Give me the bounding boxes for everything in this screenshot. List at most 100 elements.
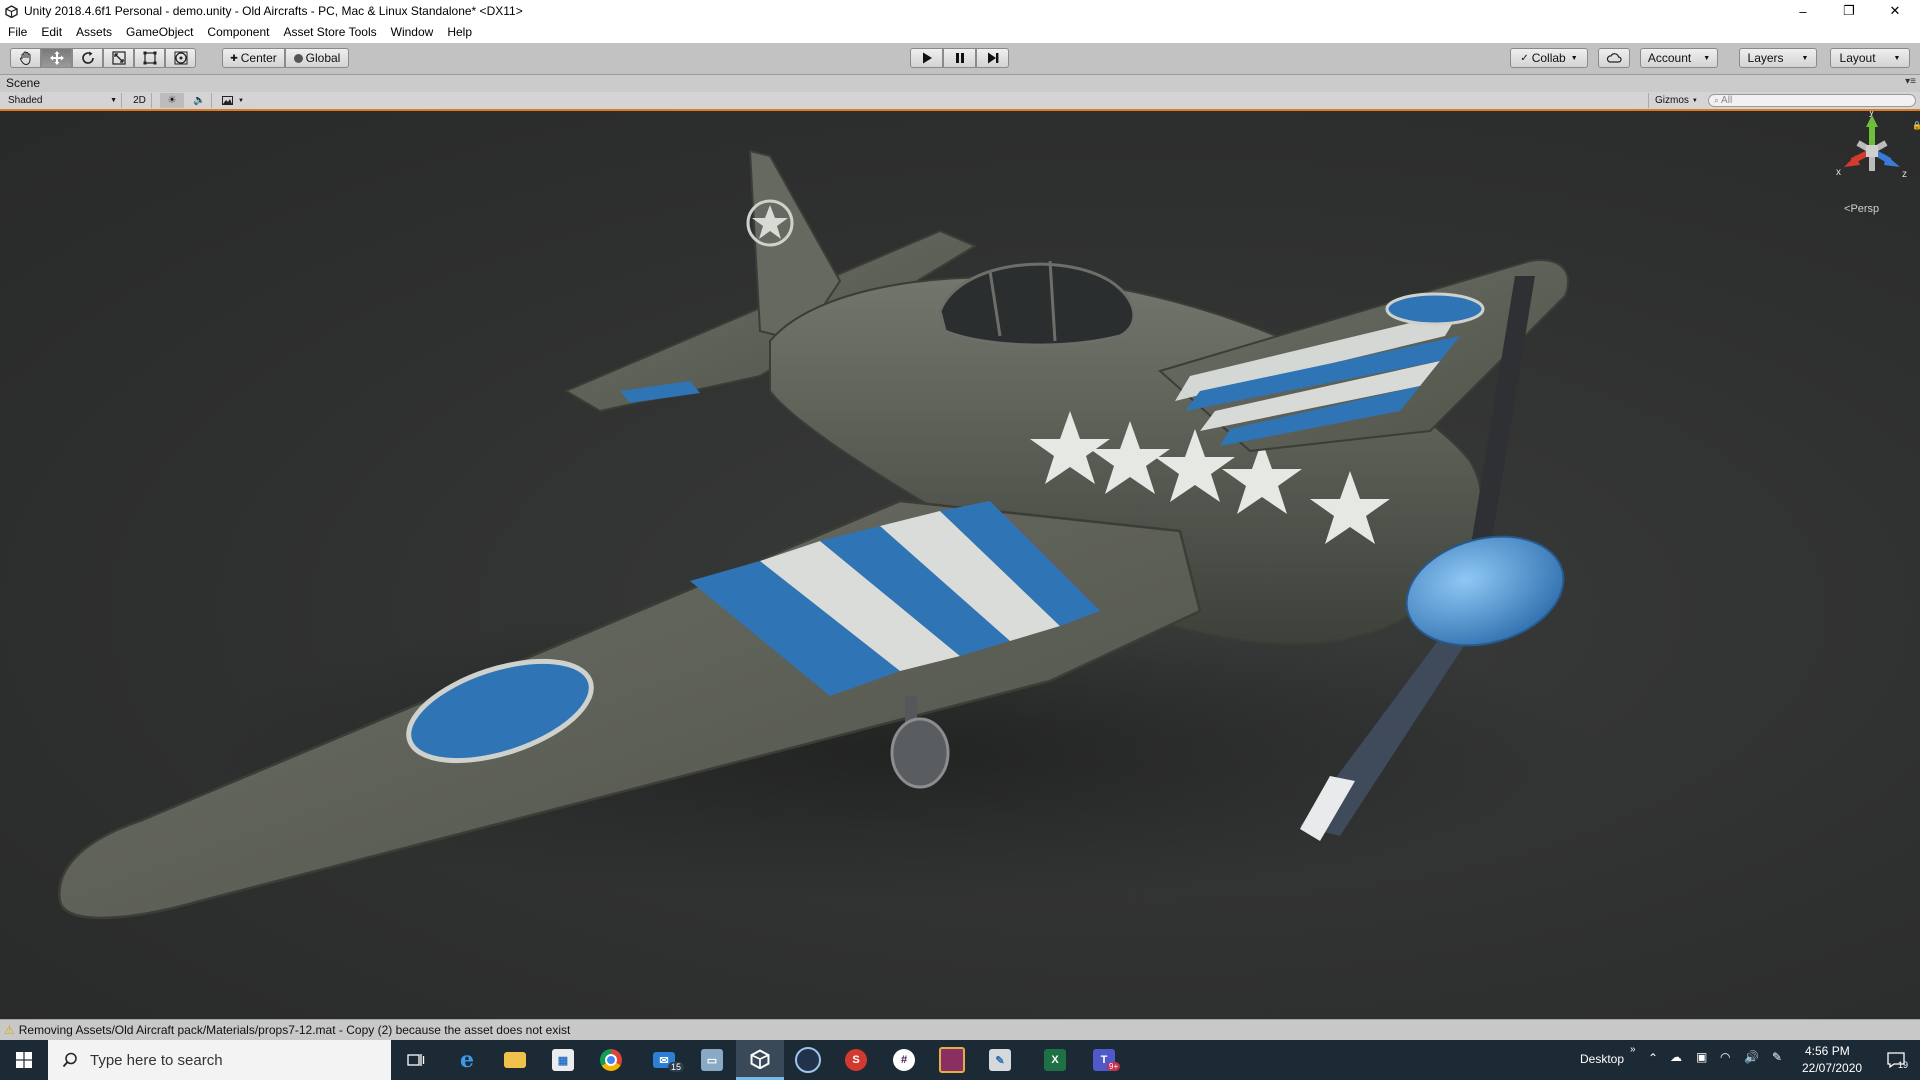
menu-bar: File Edit Assets GameObject Component As… bbox=[0, 22, 1920, 43]
menu-asset-store-tools[interactable]: Asset Store Tools bbox=[276, 22, 383, 43]
status-bar[interactable]: ⚠ Removing Assets/Old Aircraft pack/Mate… bbox=[0, 1019, 1920, 1040]
pivot-mode-label: Center bbox=[240, 51, 277, 65]
restore-button[interactable]: ❐ bbox=[1826, 0, 1872, 22]
hierarchy-search-input[interactable]: ⌕ All bbox=[1708, 94, 1916, 107]
menu-component[interactable]: Component bbox=[200, 22, 276, 43]
winrar-icon[interactable] bbox=[928, 1040, 976, 1080]
file-explorer-icon[interactable] bbox=[491, 1040, 539, 1080]
transform-tool-icon[interactable] bbox=[165, 48, 196, 68]
mail-icon[interactable]: ✉ 15 bbox=[640, 1040, 688, 1080]
pause-button[interactable] bbox=[943, 48, 976, 68]
toolbar-chevron-icon[interactable]: » bbox=[1630, 1044, 1636, 1055]
tray-overflow-icon[interactable]: ⌃ bbox=[1648, 1051, 1658, 1065]
clock-time[interactable]: 4:56 PM bbox=[1805, 1044, 1850, 1058]
taskbar-search-placeholder: Type here to search bbox=[90, 1051, 223, 1069]
windows-logo-icon bbox=[16, 1052, 32, 1068]
chevron-down-icon: ▼ bbox=[1703, 54, 1711, 62]
mail-badge: 15 bbox=[668, 1062, 685, 1072]
scene-viewport[interactable]: y x z 🔒 <Persp bbox=[0, 111, 1920, 1019]
tray-app-icon[interactable]: ▣ bbox=[1696, 1050, 1707, 1064]
account-dropdown[interactable]: Account ▼ bbox=[1640, 48, 1718, 68]
close-button[interactable]: ✕ bbox=[1872, 0, 1918, 22]
gizmos-label: Gizmos bbox=[1655, 95, 1689, 106]
tab-scene[interactable]: Scene bbox=[6, 76, 40, 90]
audio-toggle[interactable]: 🔈 bbox=[188, 93, 212, 108]
cloud-icon bbox=[1606, 53, 1622, 63]
gizmo-z-label: z bbox=[1902, 169, 1907, 180]
chrome-icon[interactable] bbox=[587, 1040, 635, 1080]
pivot-rotation-label: Global bbox=[305, 51, 341, 65]
excel-icon[interactable]: X bbox=[1031, 1040, 1079, 1080]
account-label: Account bbox=[1647, 51, 1692, 65]
menu-edit[interactable]: Edit bbox=[34, 22, 69, 43]
store-icon[interactable]: ▦ bbox=[539, 1040, 587, 1080]
image-icon bbox=[222, 96, 234, 105]
windows-taskbar: Type here to search e ▦ ✉ 15 ▭ S # ✎ X T… bbox=[0, 1040, 1920, 1080]
window-title: Unity 2018.4.6f1 Personal - demo.unity -… bbox=[24, 4, 523, 18]
speaker-icon: 🔈 bbox=[193, 95, 206, 106]
lighting-toggle[interactable]: ☀ bbox=[160, 93, 184, 108]
menu-help[interactable]: Help bbox=[440, 22, 479, 43]
cloud-button[interactable] bbox=[1598, 48, 1630, 68]
menu-window[interactable]: Window bbox=[384, 22, 441, 43]
layers-dropdown[interactable]: Layers ▼ bbox=[1739, 48, 1817, 68]
orientation-gizmo[interactable]: y x z 🔒 <Persp bbox=[1830, 111, 1920, 215]
menu-assets[interactable]: Assets bbox=[69, 22, 119, 43]
scene-toolbar: Shaded ▼ 2D ☀ 🔈 ▼ Gizmos ▼ ⌕ All bbox=[0, 92, 1920, 111]
notification-center-button[interactable]: 19 bbox=[1872, 1040, 1920, 1080]
menu-file[interactable]: File bbox=[0, 22, 34, 43]
browser-app-icon[interactable] bbox=[784, 1040, 832, 1080]
unity-taskbar-icon[interactable] bbox=[736, 1040, 784, 1080]
rect-tool-icon[interactable] bbox=[134, 48, 165, 68]
play-button[interactable] bbox=[910, 48, 943, 68]
edge-browser-icon[interactable]: e bbox=[443, 1040, 491, 1080]
scale-tool-icon[interactable] bbox=[103, 48, 134, 68]
minimize-button[interactable]: – bbox=[1780, 0, 1826, 22]
start-button[interactable] bbox=[0, 1040, 48, 1080]
warning-icon: ⚠ bbox=[4, 1023, 15, 1037]
layout-label: Layout bbox=[1839, 51, 1876, 65]
pivot-mode-button[interactable]: ✚ Center bbox=[222, 48, 285, 68]
taskbar-search-input[interactable]: Type here to search bbox=[48, 1040, 391, 1080]
toggle-2d-button[interactable]: 2D bbox=[128, 93, 152, 108]
gizmo-y-label: y bbox=[1869, 111, 1874, 118]
check-icon: ✓ bbox=[1520, 52, 1529, 64]
pen-icon[interactable]: ✎ bbox=[1772, 1050, 1782, 1064]
sun-icon: ☀ bbox=[167, 95, 177, 106]
menu-gameobject[interactable]: GameObject bbox=[119, 22, 200, 43]
tab-menu-icon[interactable]: ▾≡ bbox=[1905, 76, 1916, 87]
teams-icon[interactable]: T 9+ bbox=[1080, 1040, 1128, 1080]
pivot-icon: ✚ bbox=[230, 52, 238, 63]
rotate-tool-icon[interactable] bbox=[72, 48, 103, 68]
slack-icon[interactable]: # bbox=[880, 1040, 928, 1080]
collab-label: Collab bbox=[1531, 51, 1566, 65]
move-tool-icon[interactable] bbox=[41, 48, 72, 68]
chevron-down-icon: ▼ bbox=[1893, 54, 1901, 62]
clock-date[interactable]: 22/07/2020 bbox=[1802, 1061, 1862, 1075]
step-button[interactable] bbox=[976, 48, 1009, 68]
gizmos-dropdown[interactable]: Gizmos ▼ bbox=[1648, 93, 1700, 108]
wifi-icon[interactable]: ◠ bbox=[1720, 1050, 1730, 1064]
pivot-rotation-button[interactable]: Global bbox=[285, 48, 349, 68]
cloud-sync-icon[interactable]: ☁ bbox=[1670, 1050, 1682, 1064]
effects-dropdown[interactable]: ▼ bbox=[218, 93, 248, 108]
layout-dropdown[interactable]: Layout ▼ bbox=[1830, 48, 1910, 68]
draw-mode-dropdown[interactable]: Shaded ▼ bbox=[4, 93, 122, 108]
app-s-icon[interactable]: S bbox=[832, 1040, 880, 1080]
paint-icon[interactable]: ✎ bbox=[976, 1040, 1024, 1080]
layers-label: Layers bbox=[1747, 51, 1784, 65]
desktop-toolbar-label[interactable]: Desktop bbox=[1580, 1052, 1624, 1066]
chevron-down-icon: ▼ bbox=[1570, 54, 1578, 62]
volume-icon[interactable]: 🔊 bbox=[1744, 1050, 1759, 1064]
chevron-down-icon: ▼ bbox=[1801, 54, 1809, 62]
remote-desktop-icon[interactable]: ▭ bbox=[688, 1040, 736, 1080]
scene-tab-bar: Scene ▾≡ bbox=[0, 75, 1920, 93]
projection-toggle[interactable]: <Persp bbox=[1844, 203, 1879, 215]
aircraft-model[interactable] bbox=[0, 111, 1920, 1019]
lock-icon[interactable]: 🔒 bbox=[1912, 121, 1920, 130]
collab-dropdown[interactable]: ✓ Collab ▼ bbox=[1510, 48, 1588, 68]
hand-tool-icon[interactable] bbox=[10, 48, 41, 68]
task-view-icon[interactable] bbox=[392, 1040, 440, 1080]
chevron-down-icon: ▼ bbox=[110, 97, 117, 104]
pause-icon bbox=[955, 53, 964, 63]
